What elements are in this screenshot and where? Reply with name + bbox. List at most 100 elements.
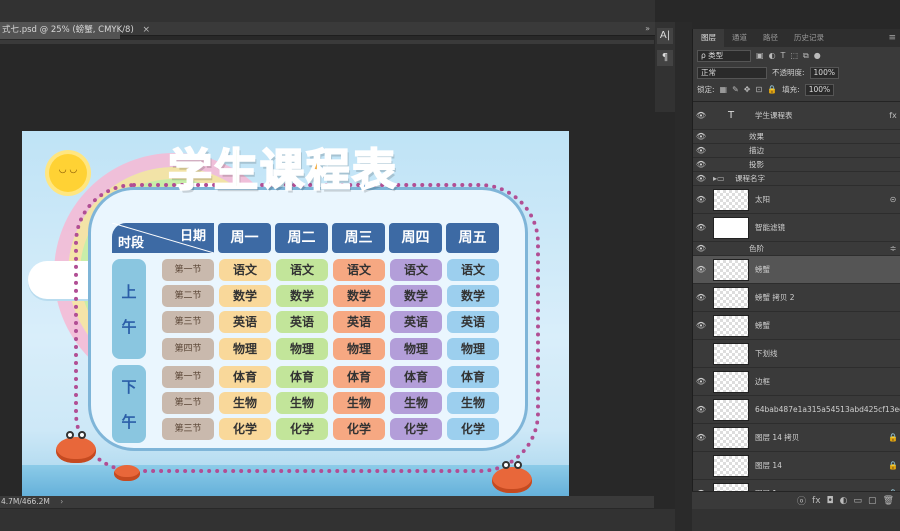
visibility-eye-icon[interactable]: 👁: [693, 146, 709, 155]
timetable-row: 第三节 化学 化学 化学 化学 化学: [162, 417, 499, 440]
tab-history[interactable]: 历史记录: [786, 29, 832, 47]
artboard[interactable]: ◡ ◡ 学 生 课 程 表 日期 时段 周一 周二 周三 周四 周五 上 午 下…: [22, 131, 569, 505]
type-filter-icon[interactable]: T: [781, 51, 786, 60]
visibility-eye-icon[interactable]: 👁: [693, 293, 709, 302]
visibility-eye-icon[interactable]: 👁: [693, 160, 709, 169]
add-style-icon[interactable]: fx: [812, 496, 821, 506]
visibility-eye-icon[interactable]: 👁: [693, 321, 709, 330]
filter-type-select[interactable]: ρ 类型: [697, 49, 751, 62]
delete-layer-icon[interactable]: 🗑: [883, 496, 894, 506]
slot-label: 第一节: [162, 259, 214, 281]
layer-badge-icon: 🔒: [888, 461, 898, 470]
shape-filter-icon[interactable]: ⬚: [790, 51, 798, 60]
bottom-strip: [0, 509, 900, 531]
layer-thumbnail: [713, 258, 749, 281]
layer-row[interactable]: 👁 描边: [693, 144, 900, 158]
subject-cell: 生物: [333, 391, 385, 414]
layer-row[interactable]: 👁 色阶 ≑: [693, 242, 900, 256]
new-group-icon[interactable]: ▭: [854, 496, 863, 506]
filter-toggle-icon[interactable]: ●: [814, 51, 821, 60]
visibility-eye-icon[interactable]: 👁: [693, 111, 709, 120]
lock-position-icon[interactable]: ✥: [744, 85, 751, 94]
document-tab-title: 式七.psd @ 25% (螃蟹, CMYK/8): [2, 25, 134, 35]
crab-graphic: [492, 461, 532, 493]
lock-all-icon[interactable]: 🔒: [767, 85, 777, 94]
pixel-filter-icon[interactable]: ▣: [756, 51, 764, 60]
tab-layers[interactable]: 图层: [693, 29, 724, 47]
options-bar: [0, 0, 655, 22]
character-panel-icon[interactable]: A|: [657, 28, 673, 44]
adjustment-filter-icon[interactable]: ◐: [769, 51, 776, 60]
layer-name: 图层 14: [755, 461, 782, 470]
visibility-eye-icon[interactable]: 👁: [693, 405, 709, 414]
layer-badge-icon: ⊝: [889, 195, 897, 204]
subject-cell: 英语: [333, 311, 385, 334]
subject-cell: 英语: [276, 311, 328, 334]
title-char: 生: [213, 144, 259, 197]
lock-transparent-icon[interactable]: ▦: [720, 85, 728, 94]
layer-name: 下划线: [755, 349, 778, 358]
opacity-input[interactable]: 100%: [809, 66, 839, 79]
layer-name: 螃蟹 拷贝 2: [755, 293, 795, 302]
close-tab-icon[interactable]: ×: [142, 25, 150, 35]
canvas-area[interactable]: ◡ ◡ 学 生 课 程 表 日期 时段 周一 周二 周三 周四 周五 上 午 下…: [0, 44, 654, 505]
slot-label: 第四节: [162, 337, 214, 360]
layer-row[interactable]: 👁 螃蟹 拷贝 2: [693, 284, 900, 312]
layer-row[interactable]: 👁 图层 14 拷贝 🔒: [693, 424, 900, 452]
layer-row[interactable]: 👁 边框: [693, 368, 900, 396]
visibility-eye-icon[interactable]: 👁: [693, 223, 709, 232]
lock-image-icon[interactable]: ✎: [732, 85, 739, 94]
layer-row[interactable]: 👁 螃蟹: [693, 312, 900, 340]
subject-cell: 物理: [390, 337, 442, 360]
subject-cell: 体育: [276, 365, 328, 388]
layer-name: 图层 14 拷贝: [755, 433, 800, 442]
link-layers-icon[interactable]: ⓞ: [797, 494, 806, 507]
tab-channels[interactable]: 通道: [724, 29, 755, 47]
status-menu-icon[interactable]: ›: [60, 497, 63, 506]
layer-thumbnail: [713, 216, 749, 239]
visibility-eye-icon[interactable]: 👁: [693, 132, 709, 141]
visibility-eye-icon[interactable]: 👁: [693, 174, 709, 183]
layer-row[interactable]: 下划线: [693, 340, 900, 368]
layer-row[interactable]: 👁 太阳 ⊝: [693, 186, 900, 214]
layer-thumbnail: [713, 454, 749, 477]
paragraph-panel-icon[interactable]: ¶: [657, 50, 673, 66]
layer-row[interactable]: 👁 ▸▭ 课程名字: [693, 172, 900, 186]
document-tab[interactable]: 式七.psd @ 25% (螃蟹, CMYK/8) ×: [0, 22, 150, 39]
adjustment-layer-icon[interactable]: ◐: [840, 496, 848, 506]
visibility-eye-icon[interactable]: 👁: [693, 195, 709, 204]
subject-cell: 生物: [447, 391, 499, 414]
fill-input[interactable]: 100%: [804, 83, 835, 96]
crab-graphic: [114, 465, 140, 481]
dock-gap: [675, 22, 692, 531]
layer-row[interactable]: 图层 14 🔒: [693, 452, 900, 480]
layer-row[interactable]: 👁 螃蟹: [693, 256, 900, 284]
new-layer-icon[interactable]: ▢: [868, 496, 877, 506]
blend-row: 正常 不透明度: 100%: [693, 64, 900, 81]
layer-name: 课程名字: [735, 174, 765, 183]
panel-collapse-icon[interactable]: »: [628, 24, 650, 36]
layer-row[interactable]: 👁 64bab487e1a315a54513abd425cf13ec: [693, 396, 900, 424]
visibility-eye-icon[interactable]: 👁: [693, 244, 709, 253]
layer-row[interactable]: 👁 智能滤镜: [693, 214, 900, 242]
slot-label: 第三节: [162, 311, 214, 334]
subject-cell: 语文: [219, 259, 271, 281]
layer-row[interactable]: 👁 T 学生课程表 fx: [693, 102, 900, 130]
title-char: 表: [351, 144, 397, 197]
layer-name: 智能滤镜: [755, 223, 785, 232]
smart-object-filter-icon[interactable]: ⧉: [803, 51, 809, 61]
visibility-eye-icon[interactable]: 👁: [693, 265, 709, 274]
visibility-eye-icon[interactable]: 👁: [693, 433, 709, 442]
layer-row[interactable]: 👁 投影: [693, 158, 900, 172]
lock-artboard-icon[interactable]: ⊡: [756, 85, 763, 94]
subject-cell: 语文: [447, 259, 499, 281]
tab-paths[interactable]: 路径: [755, 29, 786, 47]
layers-footer: ⓞ fx ◘ ◐ ▭ ▢ 🗑: [692, 491, 900, 509]
visibility-eye-icon[interactable]: 👁: [693, 377, 709, 386]
panel-menu-icon[interactable]: ≡: [880, 29, 900, 47]
subject-cell: 数学: [219, 285, 271, 308]
add-mask-icon[interactable]: ◘: [827, 496, 834, 506]
layer-thumbnail: [713, 342, 749, 365]
layer-row[interactable]: 👁 效果: [693, 130, 900, 144]
blend-mode-select[interactable]: 正常: [697, 66, 767, 79]
